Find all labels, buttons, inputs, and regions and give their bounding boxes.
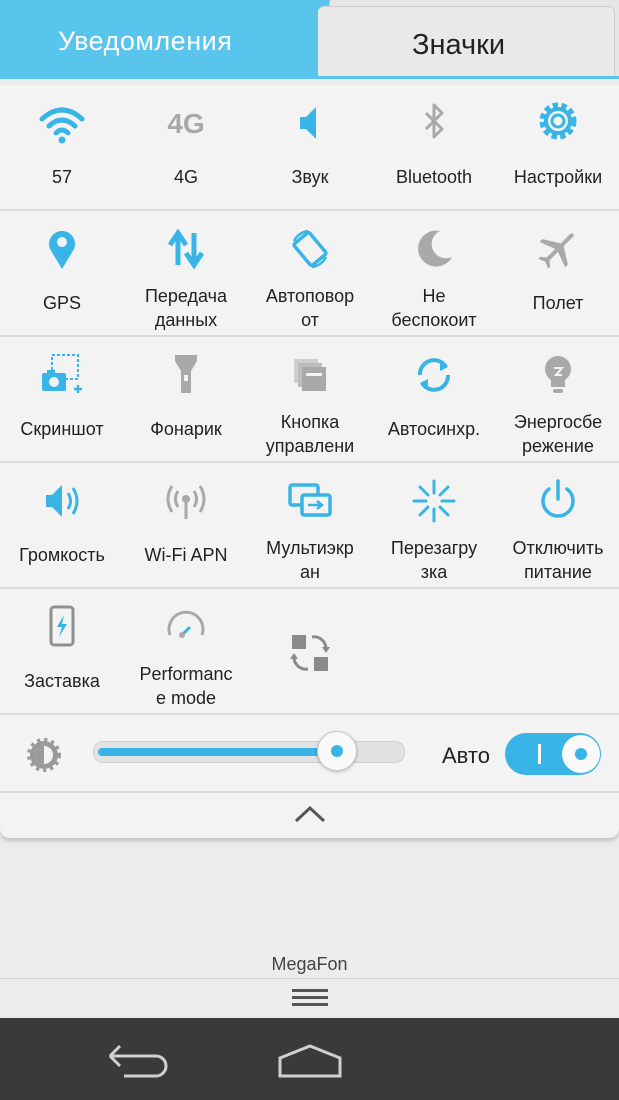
tile-screenshot[interactable]: Скриншот xyxy=(0,337,124,461)
tile-settings[interactable]: Настройки xyxy=(496,85,619,209)
tile-do-not-disturb-label: Не беспокоит xyxy=(391,286,477,330)
screenshot-icon xyxy=(42,354,82,393)
tile-auto-sync[interactable]: Автосинхр. xyxy=(372,337,496,461)
location-pin-icon xyxy=(49,231,75,269)
tab-notifications[interactable]: Уведомления xyxy=(0,0,330,76)
airplane-icon xyxy=(538,233,574,269)
tile-power-saving[interactable]: Энергосбе режение xyxy=(496,337,619,461)
operator-name: MegaFon xyxy=(271,954,348,974)
tile-data-transfer[interactable]: Передача данных xyxy=(124,211,248,335)
tile-edit-arrangement[interactable] xyxy=(248,589,372,713)
brightness-thumb[interactable] xyxy=(317,731,357,771)
tile-wifi-label: 57 xyxy=(51,167,73,187)
multiscreen-icon xyxy=(288,483,332,517)
auto-rotate-icon xyxy=(292,229,328,269)
tile-flashlight[interactable]: Фонарик xyxy=(124,337,248,461)
screensaver-icon xyxy=(49,605,75,647)
sync-icon xyxy=(418,358,450,392)
performance-icon xyxy=(167,610,205,638)
tile-screensaver[interactable]: Заставка xyxy=(0,589,124,713)
tile-multiscreen[interactable]: Мультиэкр ан xyxy=(248,463,372,587)
tile-performance-mode[interactable]: Performanc e mode xyxy=(124,589,248,713)
toggle-row-2: GPS Передача данных Автоповор от Не бесп… xyxy=(0,211,619,337)
toggle-row-3: Скриншот Фонарик Кнопка управлени Автоси… xyxy=(0,337,619,463)
tile-volume[interactable]: Громкость xyxy=(0,463,124,587)
svg-text:4G: 4G xyxy=(167,108,204,139)
chevron-up-icon[interactable] xyxy=(292,801,328,827)
toggle-row-4: Громкость Wi-Fi APN Мультиэкр ан Перезаг… xyxy=(0,463,619,589)
auto-brightness-label: Авто xyxy=(442,743,490,768)
tile-power-saving-label: Энергосбе режение xyxy=(513,412,603,456)
tile-volume-label: Громкость xyxy=(19,545,105,565)
tile-bluetooth-label: Bluetooth xyxy=(395,167,473,187)
brightness-icon xyxy=(27,738,61,772)
tab-notifications-label: Уведомления xyxy=(58,26,233,56)
flashlight-icon xyxy=(175,355,197,393)
tile-screensaver-label: Заставка xyxy=(24,671,100,691)
toggle-row-5: Заставка Performanc e mode xyxy=(0,589,619,715)
tile-gps-label: GPS xyxy=(42,293,81,313)
tile-wifi[interactable]: 57 xyxy=(0,85,124,209)
sound-icon xyxy=(300,107,316,139)
tile-performance-mode-label: Performanc e mode xyxy=(139,664,233,708)
home-icon[interactable] xyxy=(276,1040,344,1080)
brightness-fill xyxy=(98,748,336,756)
toggle-row-1: 57 4G 4G Звук Bluetooth Настройки xyxy=(0,85,619,211)
tile-reboot[interactable]: Перезагру зка xyxy=(372,463,496,587)
brightness-slider[interactable] xyxy=(93,731,405,771)
tile-power-off[interactable]: Отключить питание xyxy=(496,463,619,587)
tile-wifi-apn-label: Wi-Fi APN xyxy=(144,545,228,565)
lightbulb-icon xyxy=(545,356,571,393)
tile-multiscreen-label: Мультиэкр ан xyxy=(266,538,354,582)
tab-bar: Уведомления Значки xyxy=(0,0,619,79)
tile-control-button-label: Кнопка управлени xyxy=(265,412,355,456)
tile-screenshot-label: Скриншот xyxy=(20,419,104,439)
drag-handle-icon[interactable] xyxy=(291,987,329,1009)
tab-icons[interactable]: Значки xyxy=(318,6,615,77)
quick-settings-panel: 57 4G 4G Звук Bluetooth Настройки GPS Пе… xyxy=(0,85,619,838)
power-icon xyxy=(541,479,575,518)
moon-icon xyxy=(418,230,452,267)
wifi-icon xyxy=(39,107,85,144)
auto-brightness-toggle[interactable] xyxy=(505,733,601,775)
tile-airplane[interactable]: Полет xyxy=(496,211,619,335)
toggle-knob xyxy=(562,735,600,773)
tile-auto-rotate[interactable]: Автоповор от xyxy=(248,211,372,335)
navigation-bar xyxy=(0,1018,619,1100)
tile-data-transfer-label: Передача данных xyxy=(144,286,228,330)
tile-gps[interactable]: GPS xyxy=(0,211,124,335)
reboot-icon xyxy=(412,479,456,523)
gear-icon xyxy=(539,102,577,140)
tile-power-off-label: Отключить питание xyxy=(512,538,604,582)
tile-settings-label: Настройки xyxy=(513,167,603,187)
tile-reboot-label: Перезагру зка xyxy=(390,538,478,582)
tile-4g[interactable]: 4G 4G xyxy=(124,85,248,209)
wifi-apn-icon xyxy=(166,485,206,519)
bluetooth-icon xyxy=(424,103,444,139)
data-transfer-icon xyxy=(167,228,205,270)
switch-arrange-icon xyxy=(290,635,330,671)
tile-auto-rotate-label: Автоповор от xyxy=(265,286,355,330)
tab-divider xyxy=(0,76,619,79)
tile-wifi-apn[interactable]: Wi-Fi APN xyxy=(124,463,248,587)
tile-do-not-disturb[interactable]: Не беспокоит xyxy=(372,211,496,335)
tile-sound-label: Звук xyxy=(291,167,329,187)
tile-bluetooth[interactable]: Bluetooth xyxy=(372,85,496,209)
tab-icons-label: Значки xyxy=(412,29,506,61)
tile-sound[interactable]: Звук xyxy=(248,85,372,209)
4g-icon: 4G xyxy=(167,108,204,139)
back-icon[interactable] xyxy=(106,1040,170,1080)
tile-4g-label: 4G xyxy=(173,167,198,187)
brightness-row: Авто xyxy=(0,717,619,793)
tile-airplane-label: Полет xyxy=(532,293,584,313)
toggle-on-mark xyxy=(538,744,541,764)
control-button-icon xyxy=(294,359,326,391)
tile-control-button[interactable]: Кнопка управлени xyxy=(248,337,372,461)
tile-auto-sync-label: Автосинхр. xyxy=(387,419,481,439)
tile-flashlight-label: Фонарик xyxy=(150,419,222,439)
divider xyxy=(0,978,619,979)
volume-icon xyxy=(46,485,79,517)
